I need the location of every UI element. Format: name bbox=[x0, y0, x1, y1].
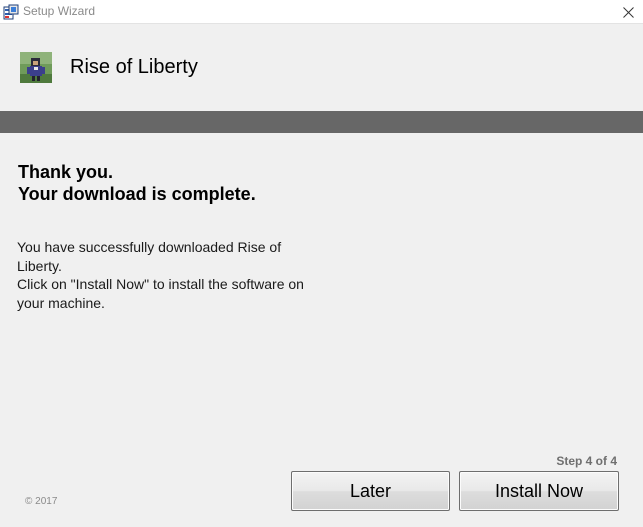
message-line-2: Click on "Install Now" to install the so… bbox=[17, 276, 304, 311]
close-icon bbox=[622, 6, 634, 18]
game-thumbnail bbox=[20, 52, 52, 83]
completion-heading: Thank you. Your download is complete. bbox=[18, 161, 256, 205]
window-title: Setup Wizard bbox=[23, 4, 96, 18]
wizard-header: Rise of Liberty bbox=[0, 25, 643, 111]
step-indicator: Step 4 of 4 bbox=[556, 454, 617, 468]
heading-line-1: Thank you. bbox=[18, 162, 114, 182]
heading-line-2: Your download is complete. bbox=[18, 184, 256, 204]
copyright-text: © 2017 bbox=[25, 496, 58, 507]
setup-installer-icon bbox=[3, 4, 19, 20]
message-line-1: You have successfully downloaded Rise of… bbox=[17, 239, 282, 274]
close-button[interactable] bbox=[613, 0, 643, 24]
completion-message: You have successfully downloaded Rise of… bbox=[17, 238, 317, 312]
title-bar: Setup Wizard bbox=[0, 0, 643, 24]
install-now-button[interactable]: Install Now bbox=[459, 471, 619, 511]
product-name: Rise of Liberty bbox=[70, 56, 198, 78]
later-button[interactable]: Later bbox=[291, 471, 450, 511]
header-divider-bar bbox=[0, 111, 643, 133]
